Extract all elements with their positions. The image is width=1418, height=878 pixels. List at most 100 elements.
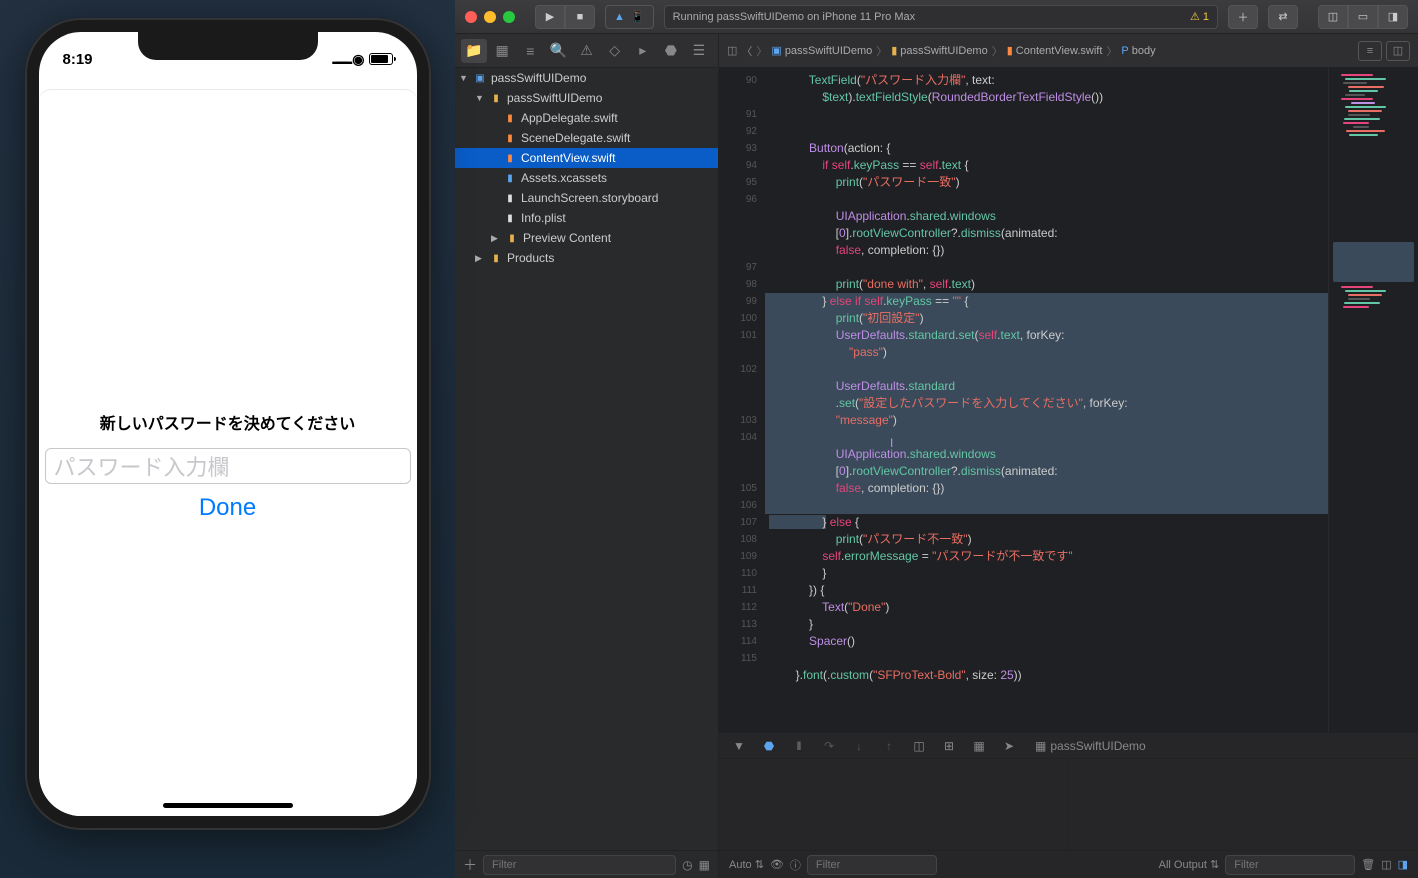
breakpoint-navigator-tab[interactable]: ⬣ xyxy=(658,39,684,63)
done-button[interactable]: Done xyxy=(39,494,417,522)
nav-file-appdelegate[interactable]: ▮ AppDelegate.swift xyxy=(455,108,718,128)
debug-area: ▼ ⬣ ‖ ↷ ↓ ↑ ◫ ⊞ ▦ ➤ ▦ passSwiftUIDemo xyxy=(719,732,1418,878)
jump-folder[interactable]: ▮passSwiftUIDemo xyxy=(891,44,987,57)
step-into-icon[interactable]: ↓ xyxy=(849,739,869,753)
split-right-icon[interactable]: ◨ xyxy=(1398,858,1408,871)
variables-pane[interactable] xyxy=(719,759,1069,850)
report-navigator-tab[interactable]: ☰ xyxy=(686,39,712,63)
forward-button[interactable]: 〉 xyxy=(756,43,767,59)
nav-file-launchscreen[interactable]: ▮ LaunchScreen.storyboard xyxy=(455,188,718,208)
debug-bottom-bar: Auto ⇅ 👁 ⓘ All Output ⇅ 🗑 ◫ ◨ xyxy=(719,850,1418,878)
editor-options-button[interactable]: ≡ xyxy=(1358,41,1382,61)
app-icon: ▲ xyxy=(614,11,625,23)
storyboard-icon: ▮ xyxy=(503,191,517,205)
close-window-button[interactable] xyxy=(465,11,477,23)
navigator-filter-input[interactable] xyxy=(483,855,676,875)
toggle-inspectors-button[interactable]: ◨ xyxy=(1378,5,1408,29)
disclosure-icon[interactable]: ▼ xyxy=(459,73,469,83)
minimap[interactable] xyxy=(1328,68,1418,732)
console-pane[interactable] xyxy=(1069,759,1418,850)
home-indicator xyxy=(163,803,293,808)
variables-filter-input[interactable] xyxy=(807,855,937,875)
nav-products[interactable]: ▶ ▮ Products xyxy=(455,248,718,268)
folder-icon: ▮ xyxy=(891,44,897,57)
add-button[interactable]: ＋ xyxy=(1228,5,1258,29)
titlebar: ▶ ■ ▲ 📱 Running passSwiftUIDemo on iPhon… xyxy=(455,0,1418,34)
code-editor[interactable]: 90 919293949596 979899100101 102 103104 … xyxy=(719,68,1418,732)
related-items-icon[interactable]: ◫ xyxy=(727,44,737,57)
console-filter-input[interactable] xyxy=(1225,855,1355,875)
issue-navigator-tab[interactable]: ⚠ xyxy=(573,39,599,63)
jump-bar: ◫ 〈 〉 ▣passSwiftUIDemo 〉 ▮passSwiftUIDem… xyxy=(719,34,1418,67)
back-button[interactable]: 〈 xyxy=(741,43,752,59)
source-control-tab[interactable]: ▦ xyxy=(489,39,515,63)
view-debug-icon[interactable]: ◫ xyxy=(909,739,929,753)
disclosure-icon[interactable]: ▼ xyxy=(475,93,485,103)
hide-debug-icon[interactable]: ▼ xyxy=(729,739,749,753)
traffic-lights xyxy=(465,11,515,23)
stop-button[interactable]: ■ xyxy=(565,5,595,29)
project-navigator-tab[interactable]: 📁 xyxy=(461,39,487,63)
find-navigator-tab[interactable]: 🔍 xyxy=(545,39,571,63)
iphone-frame: 8:19 新しいパスワードを決めてください パスワード入力欄 Done xyxy=(25,18,431,830)
auto-selector[interactable]: Auto ⇅ xyxy=(729,858,764,871)
nav-preview[interactable]: ▶ ▮ Preview Content xyxy=(455,228,718,248)
iphone-screen: 8:19 新しいパスワードを決めてください パスワード入力欄 Done xyxy=(39,32,417,816)
simulator-background: 8:19 新しいパスワードを決めてください パスワード入力欄 Done xyxy=(0,0,455,878)
memory-graph-icon[interactable]: ⊞ xyxy=(939,739,959,753)
add-editor-button[interactable]: ◫ xyxy=(1386,41,1410,61)
jump-project[interactable]: ▣passSwiftUIDemo xyxy=(771,44,872,57)
minimize-window-button[interactable] xyxy=(484,11,496,23)
run-button[interactable]: ▶ xyxy=(535,5,565,29)
swift-icon: ▮ xyxy=(1007,44,1013,57)
nav-file-assets[interactable]: ▮ Assets.xcassets xyxy=(455,168,718,188)
add-file-button[interactable]: ＋ xyxy=(463,855,477,875)
project-navigator[interactable]: ▼ ▣ passSwiftUIDemo ▼ ▮ passSwiftUIDemo … xyxy=(455,68,719,878)
recent-filter-icon[interactable]: ◷ xyxy=(682,858,692,872)
tab-bar: 📁 ▦ ≡ 🔍 ⚠ ◇ ▸ ⬣ ☰ ◫ 〈 〉 ▣passSwiftUIDemo… xyxy=(455,34,1418,68)
nav-file-scenedelegate[interactable]: ▮ SceneDelegate.swift xyxy=(455,128,718,148)
nav-file-infoplist[interactable]: ▮ Info.plist xyxy=(455,208,718,228)
split-left-icon[interactable]: ◫ xyxy=(1381,858,1391,871)
test-navigator-tab[interactable]: ◇ xyxy=(602,39,628,63)
swift-icon: ▮ xyxy=(503,111,517,125)
step-out-icon[interactable]: ↑ xyxy=(879,739,899,753)
app-icon: ▦ xyxy=(1035,739,1046,753)
debug-toolbar: ▼ ⬣ ‖ ↷ ↓ ↑ ◫ ⊞ ▦ ➤ ▦ passSwiftUIDemo xyxy=(719,733,1418,759)
eye-icon[interactable]: 👁 xyxy=(770,858,784,871)
running-status-text: Running passSwiftUIDemo on iPhone 11 Pro… xyxy=(673,11,916,23)
disclosure-icon[interactable]: ▶ xyxy=(475,253,485,264)
property-icon: P xyxy=(1121,45,1128,57)
nav-group[interactable]: ▼ ▮ passSwiftUIDemo xyxy=(455,88,718,108)
scheme-selector[interactable]: ▲ 📱 xyxy=(605,5,654,29)
code-content[interactable]: TextField("パスワード入力欄", text: $text).textF… xyxy=(765,68,1328,732)
environment-icon[interactable]: ▦ xyxy=(969,739,989,753)
zoom-window-button[interactable] xyxy=(503,11,515,23)
nav-root[interactable]: ▼ ▣ passSwiftUIDemo xyxy=(455,68,718,88)
project-icon: ▣ xyxy=(771,44,781,57)
debug-navigator-tab[interactable]: ▸ xyxy=(630,39,656,63)
scm-filter-icon[interactable]: ▦ xyxy=(699,858,710,872)
debug-target[interactable]: ▦ passSwiftUIDemo xyxy=(1035,739,1146,753)
password-textfield[interactable]: パスワード入力欄 xyxy=(45,448,411,484)
trash-icon[interactable]: 🗑 xyxy=(1361,858,1375,871)
folder-icon: ▮ xyxy=(505,231,519,245)
location-icon[interactable]: ➤ xyxy=(999,739,1019,753)
code-review-button[interactable]: ⇄ xyxy=(1268,5,1298,29)
status-time: 8:19 xyxy=(63,51,93,68)
disclosure-icon[interactable]: ▶ xyxy=(491,233,501,244)
info-icon[interactable]: ⓘ xyxy=(790,857,801,873)
jump-symbol[interactable]: Pbody xyxy=(1121,45,1155,57)
jump-file[interactable]: ▮ContentView.swift xyxy=(1007,44,1103,57)
symbol-navigator-tab[interactable]: ≡ xyxy=(517,39,543,63)
nav-file-contentview[interactable]: ▮ ContentView.swift xyxy=(455,148,718,168)
breakpoint-toggle-icon[interactable]: ⬣ xyxy=(759,739,779,753)
line-gutter: 90 919293949596 979899100101 102 103104 … xyxy=(719,68,765,732)
toggle-debug-button[interactable]: ▭ xyxy=(1348,5,1378,29)
all-output-selector[interactable]: All Output ⇅ xyxy=(1159,858,1220,871)
continue-icon[interactable]: ‖ xyxy=(789,739,809,753)
navigator-tabs: 📁 ▦ ≡ 🔍 ⚠ ◇ ▸ ⬣ ☰ xyxy=(455,34,719,67)
warning-badge[interactable]: ⚠ 1 xyxy=(1190,10,1209,23)
toggle-navigator-button[interactable]: ◫ xyxy=(1318,5,1348,29)
step-over-icon[interactable]: ↷ xyxy=(819,739,839,753)
